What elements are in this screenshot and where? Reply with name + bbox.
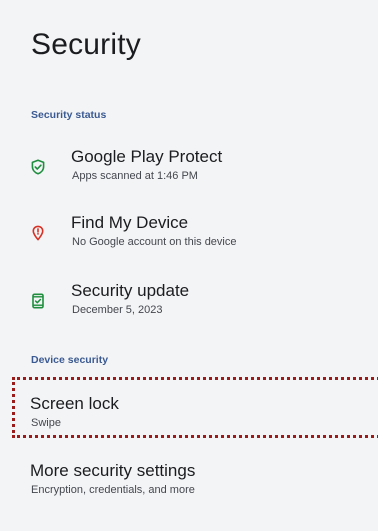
- section-header-security-status: Security status: [31, 109, 107, 121]
- security-update-item[interactable]: Security update December 5, 2023: [0, 280, 378, 330]
- item-title: Security update: [71, 281, 190, 300]
- section-header-device-security: Device security: [31, 354, 109, 366]
- shield-check-icon: [30, 159, 46, 175]
- item-title: Find My Device: [71, 213, 189, 232]
- location-alert-icon: [30, 225, 46, 241]
- item-subtitle: No Google account on this device: [72, 236, 237, 248]
- item-subtitle: Swipe: [31, 417, 61, 429]
- item-title: Google Play Protect: [71, 147, 223, 166]
- security-settings-page: Security Security status Google Play Pro…: [0, 0, 378, 531]
- screen-lock-item[interactable]: Screen lock Swipe: [0, 393, 378, 443]
- find-my-device-item[interactable]: Find My Device No Google account on this…: [0, 212, 378, 262]
- page-title: Security: [31, 28, 141, 61]
- phone-check-icon: [30, 293, 46, 309]
- item-title: Screen lock: [30, 394, 119, 413]
- item-subtitle: December 5, 2023: [72, 304, 163, 316]
- item-subtitle: Apps scanned at 1:46 PM: [72, 170, 198, 182]
- more-security-settings-item[interactable]: More security settings Encryption, crede…: [0, 460, 378, 510]
- google-play-protect-item[interactable]: Google Play Protect Apps scanned at 1:46…: [0, 146, 378, 196]
- item-title: More security settings: [30, 461, 196, 480]
- item-subtitle: Encryption, credentials, and more: [31, 484, 195, 496]
